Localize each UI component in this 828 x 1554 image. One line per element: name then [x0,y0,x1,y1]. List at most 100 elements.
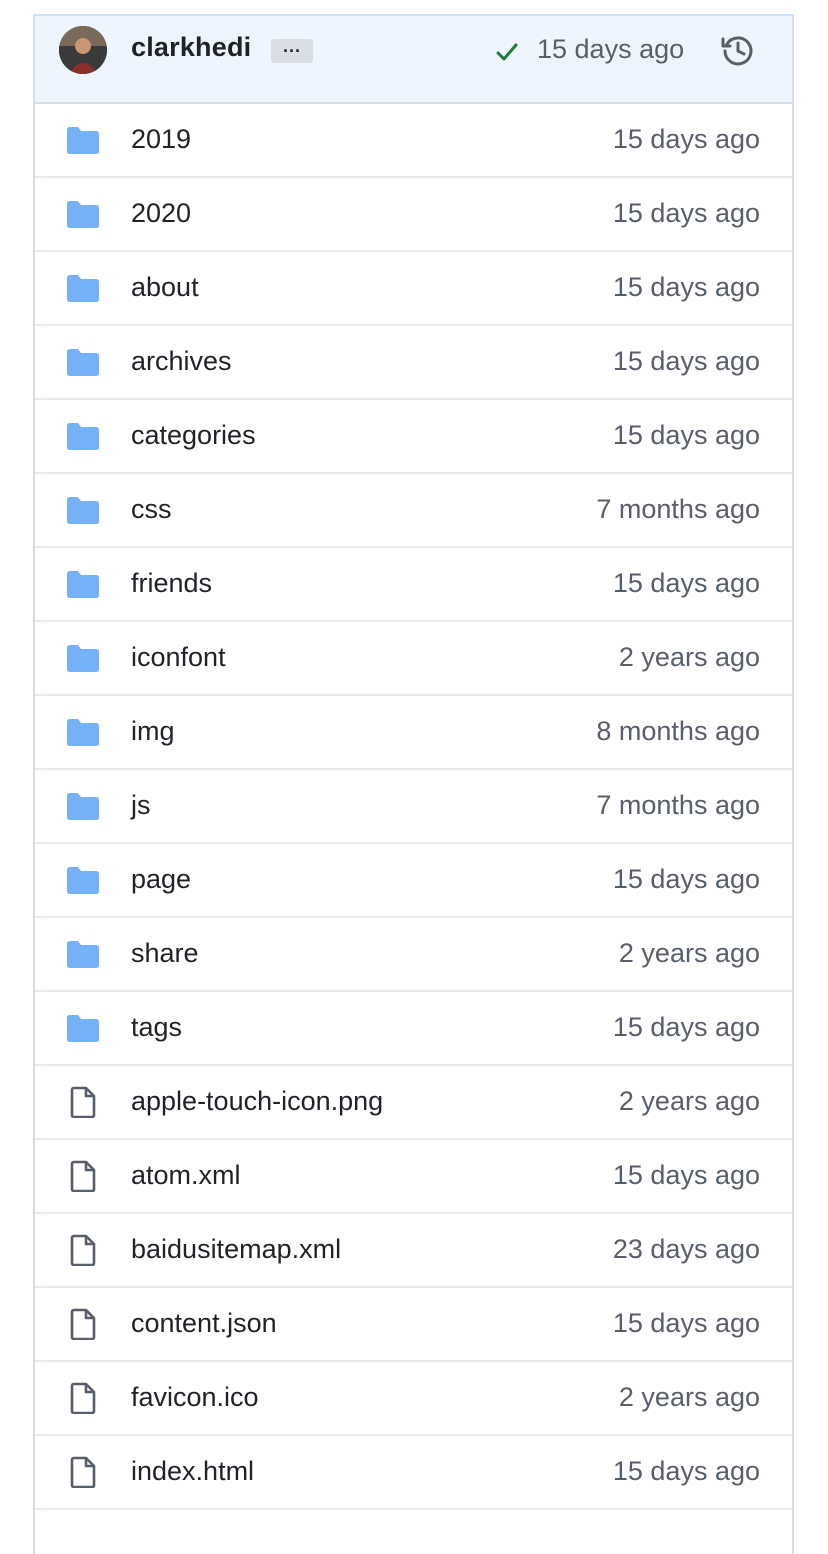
commit-details-button[interactable]: ··· [271,39,313,63]
file-row[interactable]: baidusitemap.xml 23 days ago [35,1214,792,1288]
file-row[interactable]: apple-touch-icon.png 2 years ago [35,1066,792,1140]
file-row[interactable]: page 15 days ago [35,844,792,918]
file-age[interactable]: 15 days ago [613,420,760,451]
avatar[interactable] [59,26,107,74]
commit-author[interactable]: clarkhedi [131,32,251,63]
file-browser-panel: clarkhedi ··· 15 days ago 2019 15 days ag… [33,14,794,1554]
file-name-link[interactable]: page [131,864,191,895]
folder-icon-graphic [67,201,99,228]
file-name-link[interactable]: index.html [131,1456,254,1487]
file-row[interactable]: archives 15 days ago [35,326,792,400]
file-name-link[interactable]: tags [131,1012,182,1043]
file-icon [65,1086,101,1119]
file-age[interactable]: 15 days ago [613,346,760,377]
file-name-link[interactable]: atom.xml [131,1160,241,1191]
folder-icon [65,420,101,452]
file-icon [65,1160,101,1193]
file-row[interactable]: 2019 15 days ago [35,104,792,178]
file-age[interactable]: 15 days ago [613,864,760,895]
folder-icon [65,864,101,896]
folder-icon [65,272,101,304]
file-row[interactable]: js 7 months ago [35,770,792,844]
folder-icon [65,346,101,378]
commit-time[interactable]: 15 days ago [537,34,684,65]
folder-icon-graphic [67,349,99,376]
file-name-link[interactable]: js [131,790,151,821]
file-icon-graphic [70,1160,96,1193]
folder-icon-graphic [67,719,99,746]
file-age[interactable]: 23 days ago [613,1234,760,1265]
file-row[interactable]: iconfont 2 years ago [35,622,792,696]
file-age[interactable]: 2 years ago [619,1382,760,1413]
file-row[interactable]: atom.xml 15 days ago [35,1140,792,1214]
folder-icon-graphic [67,275,99,302]
file-name-link[interactable]: baidusitemap.xml [131,1234,341,1265]
folder-icon-graphic [67,941,99,968]
file-row[interactable]: friends 15 days ago [35,548,792,622]
file-age[interactable]: 15 days ago [613,1308,760,1339]
file-icon-graphic [70,1234,96,1267]
file-name-link[interactable]: img [131,716,175,747]
file-age[interactable]: 15 days ago [613,1012,760,1043]
file-age[interactable]: 8 months ago [596,716,760,747]
folder-icon [65,642,101,674]
folder-icon [65,1012,101,1044]
file-row[interactable]: share 2 years ago [35,918,792,992]
file-age[interactable]: 15 days ago [613,124,760,155]
file-row[interactable]: 2020 15 days ago [35,178,792,252]
file-name-link[interactable]: 2019 [131,124,191,155]
file-name-link[interactable]: content.json [131,1308,277,1339]
file-name-link[interactable]: about [131,272,199,303]
file-row[interactable]: categories 15 days ago [35,400,792,474]
file-row[interactable]: index.html 15 days ago [35,1436,792,1510]
file-age[interactable]: 7 months ago [596,494,760,525]
file-name-link[interactable]: archives [131,346,232,377]
file-age[interactable]: 15 days ago [613,272,760,303]
file-row[interactable]: tags 15 days ago [35,992,792,1066]
file-name-link[interactable]: apple-touch-icon.png [131,1086,383,1117]
folder-icon [65,198,101,230]
file-name-link[interactable]: categories [131,420,256,451]
folder-icon-graphic [67,127,99,154]
file-age[interactable]: 7 months ago [596,790,760,821]
folder-icon [65,568,101,600]
file-age[interactable]: 2 years ago [619,938,760,969]
file-age[interactable]: 15 days ago [613,198,760,229]
file-row[interactable]: content.json 15 days ago [35,1288,792,1362]
file-name-link[interactable]: share [131,938,199,969]
ellipsis-icon: ··· [283,41,301,61]
file-row[interactable]: favicon.ico 2 years ago [35,1362,792,1436]
folder-icon-graphic [67,645,99,672]
file-icon [65,1234,101,1267]
file-name-link[interactable]: friends [131,568,212,599]
folder-icon [65,124,101,156]
file-age[interactable]: 15 days ago [613,568,760,599]
latest-commit-bar: clarkhedi ··· 15 days ago [35,16,792,104]
folder-icon [65,494,101,526]
file-name-link[interactable]: favicon.ico [131,1382,259,1413]
folder-icon-graphic [67,423,99,450]
file-icon-graphic [70,1456,96,1489]
file-icon-graphic [70,1086,96,1119]
file-name-link[interactable]: 2020 [131,198,191,229]
file-row[interactable]: img 8 months ago [35,696,792,770]
check-icon[interactable] [493,38,521,66]
file-age[interactable]: 2 years ago [619,1086,760,1117]
file-name-link[interactable]: iconfont [131,642,226,673]
folder-icon-graphic [67,867,99,894]
file-icon [65,1308,101,1341]
history-icon[interactable] [719,32,757,70]
folder-icon-graphic [67,1015,99,1042]
folder-icon [65,716,101,748]
file-age[interactable]: 15 days ago [613,1456,760,1487]
file-icon-graphic [70,1382,96,1415]
file-icon [65,1382,101,1415]
folder-icon [65,790,101,822]
file-age[interactable]: 2 years ago [619,642,760,673]
file-list: 2019 15 days ago 2020 15 days ago about 15 da… [35,104,792,1510]
file-row[interactable]: css 7 months ago [35,474,792,548]
folder-icon-graphic [67,793,99,820]
file-name-link[interactable]: css [131,494,172,525]
file-age[interactable]: 15 days ago [613,1160,760,1191]
file-row[interactable]: about 15 days ago [35,252,792,326]
